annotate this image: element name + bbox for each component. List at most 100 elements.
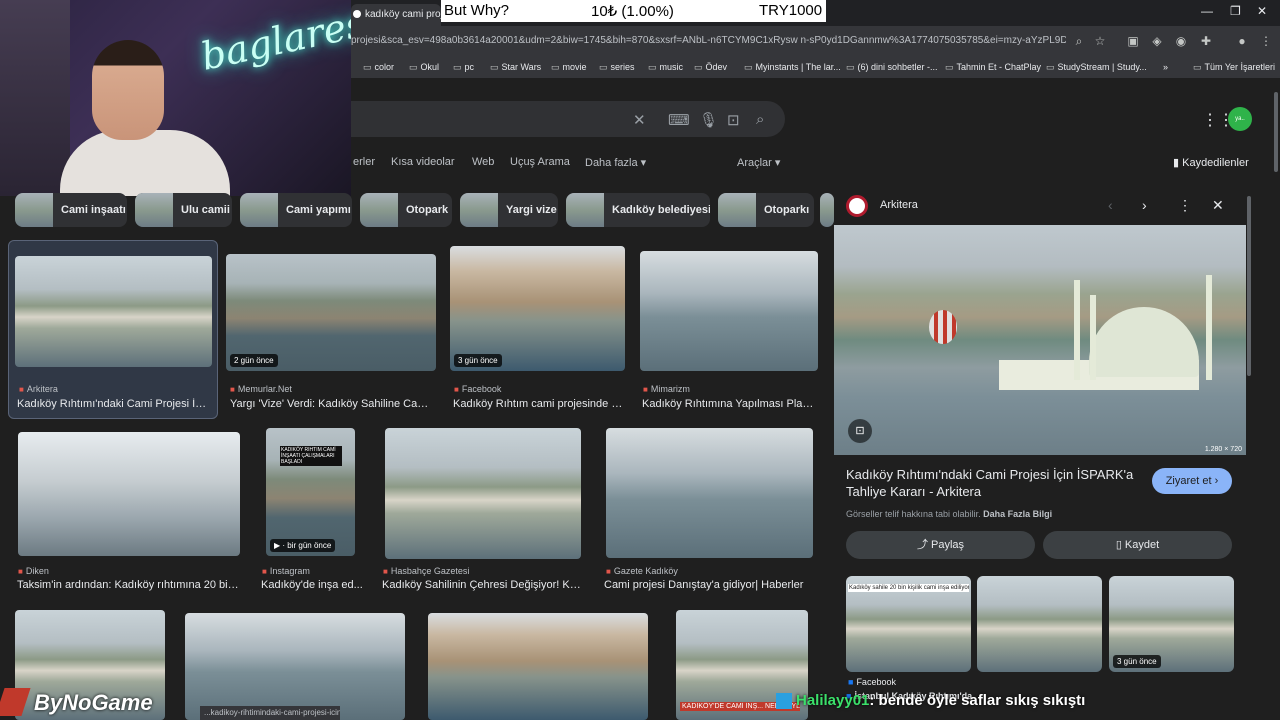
time-badge: 3 gün önce [1113, 655, 1161, 668]
close-window-icon[interactable]: ✕ [1257, 4, 1267, 18]
saved-button[interactable]: ▮ Kaydedilenler [1173, 156, 1249, 169]
microphone-icon[interactable]: 🎙 [699, 111, 718, 129]
url-text[interactable]: projesi&sca_esv=498a0b3614a20001&udm=2&b… [351, 35, 1066, 46]
result-title[interactable]: Cami projesi Danıştay'a gidiyor| Haberle… [604, 579, 816, 591]
chip[interactable]: Ulu camii [135, 193, 232, 227]
bookmark-item[interactable]: (6) dini sohbetler -... [846, 62, 938, 73]
result-title[interactable]: Kadıköy Rıhtım cami projesinde y... [453, 398, 623, 410]
preview-title[interactable]: Kadıköy Rıhtımı'ndaki Cami Projesi İçin … [846, 466, 1146, 500]
thumbnail-caption: KADIKÖY RIHTIM CAMİ İNŞAATI ÇALIŞMALARI … [280, 446, 342, 466]
tab-flights[interactable]: Uçuş Arama [510, 156, 570, 168]
overlay-amount: 10₺ (1.00%) [591, 3, 674, 20]
result-title[interactable]: Kadıköy'de inşa ed... [261, 579, 367, 591]
chip[interactable]: Cami yapımı [240, 193, 352, 227]
result-thumbnail[interactable] [428, 613, 648, 720]
result-thumbnail[interactable] [385, 428, 581, 559]
menu-icon[interactable]: ⋮ [1259, 34, 1273, 48]
search-icon[interactable]: ⌕ [756, 111, 764, 128]
keyboard-icon[interactable]: ⌨ [668, 111, 690, 129]
more-info-link[interactable]: Daha Fazla Bilgi [983, 509, 1052, 519]
bookmark-item[interactable]: series [599, 62, 635, 73]
puzzle-icon[interactable]: ✚ [1199, 34, 1213, 48]
lens-icon[interactable]: ⊡ [727, 111, 740, 129]
bookmark-item[interactable]: music [648, 62, 684, 73]
save-button[interactable]: ▯ Kaydet [1043, 531, 1232, 559]
time-badge: 3 gün önce [454, 354, 502, 367]
donation-goal-overlay: But Why? 10₺ (1.00%) TRY1000 [441, 0, 826, 22]
prev-arrow-icon[interactable]: ‹ [1108, 197, 1113, 213]
result-thumbnail[interactable]: 3 gün önce [450, 246, 625, 371]
close-icon[interactable]: ✕ [1212, 197, 1224, 214]
bookmark-item[interactable]: Myinstants | The lar... [744, 62, 841, 73]
image-preview-panel: Arkitera ‹ › ⋮ ✕ ⊡ 1.280 × 720 Kadıköy R… [834, 188, 1248, 720]
preview-image[interactable]: ⊡ 1.280 × 720 [834, 225, 1246, 455]
lens-search-icon[interactable]: ⊡ [848, 419, 872, 443]
preview-source[interactable]: Arkitera [880, 199, 918, 211]
related-image[interactable]: Kadıköy sahile 20 bin kişilik cami inşa … [846, 576, 971, 672]
result-thumbnail[interactable] [185, 613, 405, 720]
clear-icon[interactable]: ✕ [633, 111, 646, 129]
share-button[interactable]: ⤴ Paylaş [846, 531, 1035, 559]
extension-icon[interactable]: ▣ [1126, 34, 1140, 48]
bookmark-item[interactable]: Okul [409, 62, 440, 73]
result-title[interactable]: Kadıköy Rıhtımına Yapılması Plan... [642, 398, 814, 410]
result-title[interactable]: Kadıköy Rıhtımı'ndaki Cami Projesi İçi..… [17, 398, 209, 410]
bookmark-item[interactable]: Ödev [694, 62, 728, 73]
page-scrollbar[interactable] [1272, 86, 1280, 720]
tab-title: kadıköy cami projesi [365, 9, 441, 20]
result-source: Instagram [262, 566, 310, 576]
bookmarks-overflow[interactable]: » [1163, 62, 1168, 72]
result-thumbnail[interactable] [18, 432, 240, 556]
chip[interactable]: Otoparkı [718, 193, 814, 227]
minimize-icon[interactable]: — [1201, 4, 1213, 18]
chip[interactable]: Kadıköy belediyesi [566, 193, 710, 227]
result-title[interactable]: Kadıköy Sahilinin Çehresi Değişiyor! Ka.… [382, 579, 582, 591]
result-thumbnail[interactable]: 2 gün önce [226, 254, 436, 371]
bookmark-item[interactable]: pc [453, 62, 475, 73]
zoom-icon[interactable]: ⌕ [1072, 34, 1086, 48]
profile-icon[interactable]: ● [1235, 34, 1249, 48]
chip[interactable] [820, 193, 834, 227]
search-header: ✕ ⌨ 🎙 ⊡ ⌕ erler Kısa videolar Web Uçuş A… [351, 78, 1280, 190]
bookmark-item[interactable]: StudyStream | Study... [1046, 62, 1147, 73]
search-input[interactable]: ✕ ⌨ 🎙 ⊡ ⌕ [351, 101, 785, 137]
related-image[interactable]: 3 gün önce [1109, 576, 1234, 672]
result-thumbnail[interactable] [606, 428, 813, 558]
result-thumbnail[interactable] [640, 251, 818, 371]
maximize-icon[interactable]: ❐ [1230, 4, 1241, 18]
tools-button[interactable]: Araçlar ▾ [737, 156, 780, 169]
result-title[interactable]: Taksim'in ardından: Kadıköy rıhtımına 20… [17, 579, 242, 591]
visit-button[interactable]: Ziyaret et › [1152, 468, 1232, 494]
tab-images[interactable]: erler [353, 156, 375, 168]
avatar[interactable]: ya.. [1228, 107, 1252, 131]
extension-icon[interactable]: ◉ [1174, 34, 1188, 48]
bookmark-item[interactable]: Star Wars [490, 62, 542, 73]
overlay-question: But Why? [444, 2, 510, 19]
related-image[interactable] [977, 576, 1102, 672]
bookmark-item[interactable]: Tahmin Et - ChatPlay [945, 62, 1042, 73]
address-bar[interactable]: projesi&sca_esv=498a0b3614a20001&udm=2&b… [351, 26, 1280, 58]
browser-tab[interactable]: kadıköy cami projesi [351, 4, 441, 26]
result-source: Mimarizm [643, 384, 690, 394]
chip[interactable]: Cami inşaatı [15, 193, 127, 227]
all-bookmarks[interactable]: Tüm Yer İşaretleri [1193, 62, 1276, 73]
more-options-icon[interactable]: ⋮ [1178, 197, 1192, 214]
brand-mark-icon [0, 688, 31, 716]
tab-more[interactable]: Daha fazla ▾ [585, 156, 646, 169]
extension-icon[interactable]: ◈ [1150, 34, 1164, 48]
streamer-body [60, 130, 230, 196]
result-title[interactable]: Yargı 'Vize' Verdi: Kadıköy Sahiline Cam… [230, 398, 435, 410]
tab-short-videos[interactable]: Kısa videolar [391, 156, 455, 168]
next-arrow-icon[interactable]: › [1142, 197, 1147, 213]
star-icon[interactable]: ☆ [1093, 34, 1107, 48]
chip[interactable]: Otopark [360, 193, 452, 227]
bookmark-item[interactable]: color [363, 62, 395, 73]
panel-scrollbar[interactable] [1246, 196, 1252, 706]
tab-web[interactable]: Web [472, 156, 494, 168]
result-thumbnail[interactable]: KADIKÖY RIHTIM CAMİ İNŞAATI ÇALIŞMALARI … [266, 428, 355, 556]
result-thumbnail[interactable] [15, 256, 212, 367]
bookmark-item[interactable]: movie [551, 62, 587, 73]
result-source: Diken [18, 566, 49, 576]
chat-platform-icon [776, 693, 792, 710]
chip[interactable]: Yargi vize [460, 193, 558, 227]
